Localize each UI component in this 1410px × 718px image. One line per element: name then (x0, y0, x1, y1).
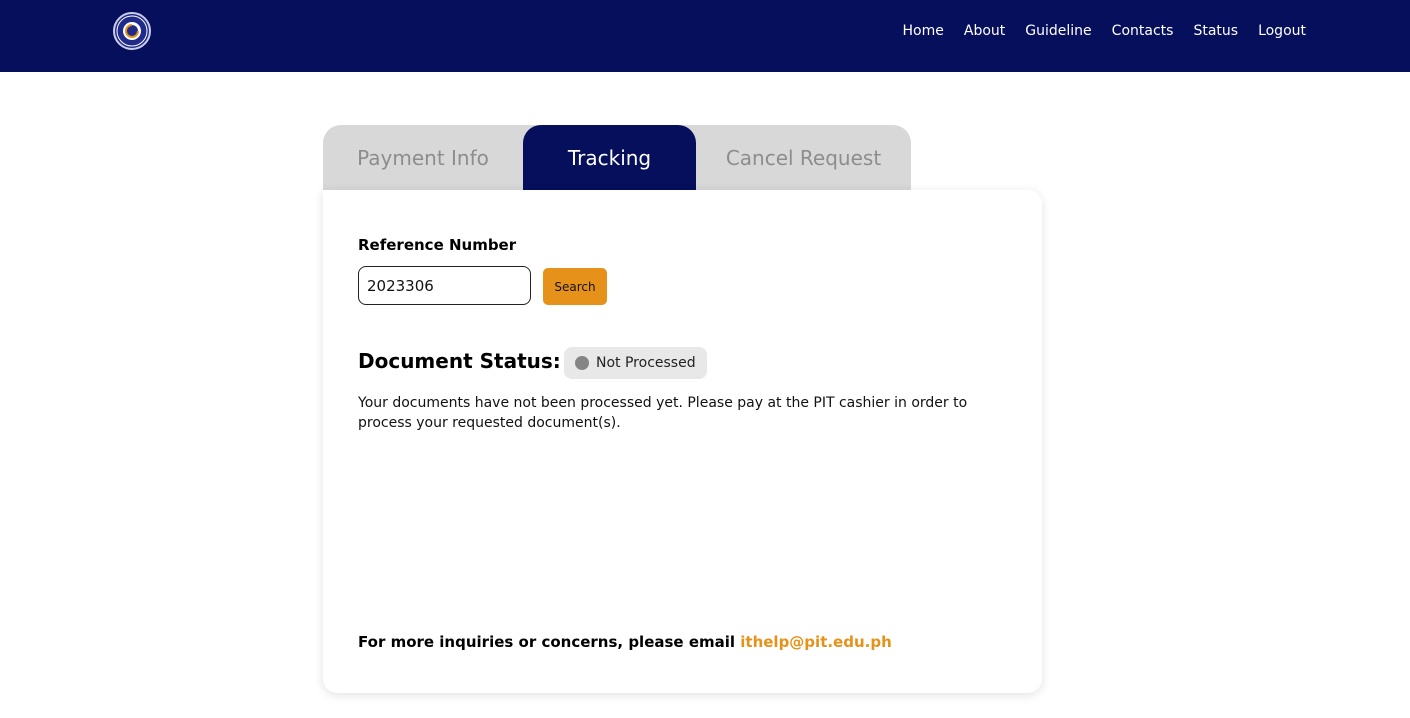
search-button[interactable]: Search (543, 268, 607, 305)
nav-logout-link[interactable]: Logout (1258, 22, 1306, 40)
tab-tracking[interactable]: Tracking (523, 125, 696, 190)
nav-contacts-link[interactable]: Contacts (1112, 22, 1174, 40)
tab-cancel-request[interactable]: Cancel Request (696, 125, 911, 190)
tab-bar: Payment Info Tracking Cancel Request (323, 125, 911, 190)
nav-status-link[interactable]: Status (1193, 22, 1238, 40)
status-badge-label: Not Processed (596, 355, 696, 371)
nav-guideline-link[interactable]: Guideline (1025, 22, 1091, 40)
document-status-title: Document Status: (358, 349, 561, 373)
support-email-link[interactable]: ithelp@pit.edu.ph (740, 633, 892, 651)
inquiry-note: For more inquiries or concerns, please e… (358, 633, 892, 651)
nav-about-link[interactable]: About (964, 22, 1005, 40)
status-dot-icon (575, 356, 589, 370)
nav-home-link[interactable]: Home (903, 22, 944, 40)
inquiry-text: For more inquiries or concerns, please e… (358, 633, 736, 651)
reference-number-label: Reference Number (358, 236, 517, 254)
tab-payment-info[interactable]: Payment Info (323, 125, 523, 190)
institute-seal-icon[interactable] (113, 12, 151, 50)
tracking-card: Reference Number Search Document Status:… (323, 190, 1042, 693)
status-message: Your documents have not been processed y… (358, 395, 968, 431)
top-navbar: Home About Guideline Contacts Status Log… (0, 0, 1410, 72)
status-badge: Not Processed (564, 347, 707, 379)
main-nav: Home About Guideline Contacts Status Log… (883, 22, 1306, 40)
reference-number-input[interactable] (358, 266, 531, 305)
